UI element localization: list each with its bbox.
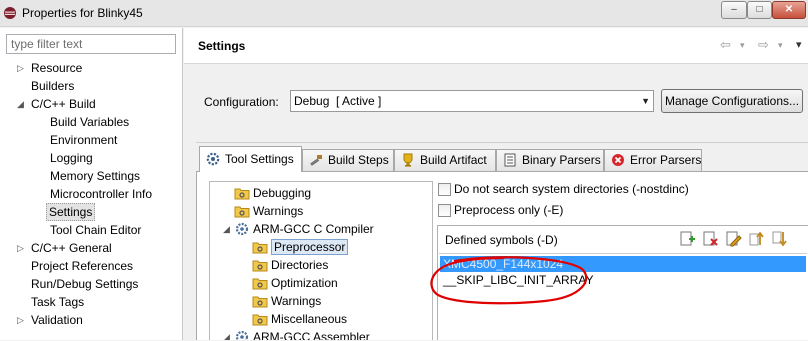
tree-item-warnings[interactable]: Warnings: [234, 202, 303, 220]
defined-symbols-panel: Defined symbols (-D) XMC4500_F144x1024 _…: [437, 225, 808, 340]
nav-item-project-references[interactable]: Project References: [29, 257, 135, 275]
nav-item-cpp-general[interactable]: C/C++ General: [29, 239, 114, 257]
nav-item-builders[interactable]: Builders: [29, 77, 76, 95]
defined-symbols-header: Defined symbols (-D): [438, 226, 808, 252]
nostdinc-label: Do not search system directories (-nostd…: [454, 182, 689, 196]
defined-symbols-list: XMC4500_F144x1024 __SKIP_LIBC_INIT_ARRAY: [439, 253, 807, 341]
expand-twisty-icon[interactable]: ▷: [17, 239, 27, 257]
binary-parsers-icon: [504, 153, 516, 167]
nav-item-run-debug-settings[interactable]: Run/Debug Settings: [29, 275, 140, 293]
page-header: Settings ⇦ ▾ ⇨ ▾ ▾: [184, 28, 808, 64]
tab-label: Error Parsers: [630, 153, 702, 167]
maximize-button[interactable]: □: [747, 1, 772, 19]
manage-configurations-button[interactable]: Manage Configurations...: [661, 89, 803, 113]
page-title: Settings: [198, 39, 246, 53]
list-item-selected[interactable]: XMC4500_F144x1024: [440, 256, 806, 272]
gear-icon: [235, 222, 249, 236]
folder-tool-icon: [252, 296, 268, 308]
tree-item-preprocessor[interactable]: Preprocessor: [252, 238, 349, 256]
tab-tool-settings[interactable]: Tool Settings: [199, 146, 302, 172]
preprocess-only-checkbox[interactable]: [438, 204, 451, 217]
configuration-value: Debug [ Active ]: [294, 94, 382, 108]
window-title: Properties for Blinky45: [22, 6, 143, 20]
dropdown-arrow-icon[interactable]: ▼: [641, 91, 650, 111]
tool-settings-icon: [206, 152, 220, 166]
nav-item-memory-settings[interactable]: Memory Settings: [48, 167, 142, 185]
minimize-button[interactable]: –: [721, 1, 747, 19]
error-parsers-icon: [612, 154, 624, 166]
tab-label: Binary Parsers: [522, 153, 601, 167]
nav-item-task-tags[interactable]: Task Tags: [29, 293, 86, 311]
nav-item-tool-chain-editor[interactable]: Tool Chain Editor: [48, 221, 143, 239]
back-menu-icon[interactable]: ▾: [740, 40, 745, 51]
expand-twisty-icon[interactable]: ▷: [17, 311, 27, 329]
collapse-twisty-icon[interactable]: ◢: [223, 328, 233, 340]
folder-tool-icon: [252, 242, 268, 254]
property-page-tree: ▷ Resource Builders ◢ C/C++ Build Build …: [0, 28, 183, 340]
tab-label: Build Steps: [328, 153, 389, 167]
nav-item-validation[interactable]: Validation: [29, 311, 85, 329]
eclipse-app-icon: [4, 7, 16, 19]
tree-item-optimization[interactable]: Optimization: [252, 274, 338, 292]
tab-error-parsers[interactable]: Error Parsers: [604, 149, 702, 171]
close-button[interactable]: ✕: [772, 1, 806, 19]
configuration-label: Configuration:: [204, 95, 279, 109]
edit-icon[interactable]: [724, 230, 742, 248]
divider: [196, 142, 808, 143]
nav-item-cpp-build[interactable]: C/C++ Build: [29, 95, 98, 113]
tree-item-arm-gcc-assembler[interactable]: ARM-GCC Assembler: [234, 328, 370, 340]
move-down-icon[interactable]: [770, 230, 788, 248]
nav-item-logging[interactable]: Logging: [48, 149, 95, 167]
tree-item-debugging[interactable]: Debugging: [234, 184, 311, 202]
nav-item-settings[interactable]: Settings: [46, 203, 96, 221]
nav-item-environment[interactable]: Environment: [48, 131, 119, 149]
view-menu-icon[interactable]: ▾: [796, 38, 802, 51]
folder-tool-icon: [234, 188, 250, 200]
nostdinc-checkbox[interactable]: [438, 183, 451, 196]
expand-twisty-icon[interactable]: ▷: [17, 59, 27, 77]
folder-tool-icon: [252, 278, 268, 290]
tree-item-warnings-compiler[interactable]: Warnings: [252, 292, 321, 310]
forward-menu-icon[interactable]: ▾: [778, 40, 783, 51]
tree-item-miscellaneous[interactable]: Miscellaneous: [252, 310, 347, 328]
configuration-select[interactable]: Debug [ Active ] ▼: [290, 90, 654, 112]
tab-build-artifact[interactable]: Build Artifact: [394, 149, 496, 171]
collapse-twisty-icon[interactable]: ◢: [223, 220, 233, 238]
gear-icon: [235, 330, 249, 340]
forward-arrow-icon[interactable]: ⇨: [758, 37, 769, 53]
tab-binary-parsers[interactable]: Binary Parsers: [496, 149, 604, 171]
list-item[interactable]: __SKIP_LIBC_INIT_ARRAY: [440, 272, 594, 288]
build-artifact-icon: [403, 153, 413, 167]
folder-tool-icon: [252, 260, 268, 272]
add-icon[interactable]: [678, 230, 696, 248]
tab-label: Tool Settings: [225, 152, 294, 166]
delete-icon[interactable]: [701, 230, 719, 248]
tab-label: Build Artifact: [420, 153, 487, 167]
nav-item-build-variables[interactable]: Build Variables: [48, 113, 131, 131]
tree-item-directories[interactable]: Directories: [252, 256, 328, 274]
nav-item-resource[interactable]: Resource: [29, 59, 84, 77]
defined-symbols-title: Defined symbols (-D): [445, 233, 558, 247]
nav-item-microcontroller-info[interactable]: Microcontroller Info: [48, 185, 154, 203]
folder-tool-icon: [252, 314, 268, 326]
filter-input[interactable]: [6, 34, 176, 54]
title-bar: Properties for Blinky45 – □ ✕: [0, 0, 808, 27]
collapse-twisty-icon[interactable]: ◢: [17, 95, 27, 113]
move-up-icon[interactable]: [747, 230, 765, 248]
back-arrow-icon[interactable]: ⇦: [720, 37, 731, 53]
tab-build-steps[interactable]: Build Steps: [302, 149, 394, 171]
folder-tool-icon: [234, 206, 250, 218]
build-steps-icon: [310, 155, 322, 166]
tool-settings-tree: Debugging Warnings ◢ ARM-GCC C Compiler …: [209, 181, 433, 340]
preprocess-only-label: Preprocess only (-E): [454, 203, 564, 217]
tree-item-arm-gcc-c-compiler[interactable]: ARM-GCC C Compiler: [234, 220, 374, 238]
